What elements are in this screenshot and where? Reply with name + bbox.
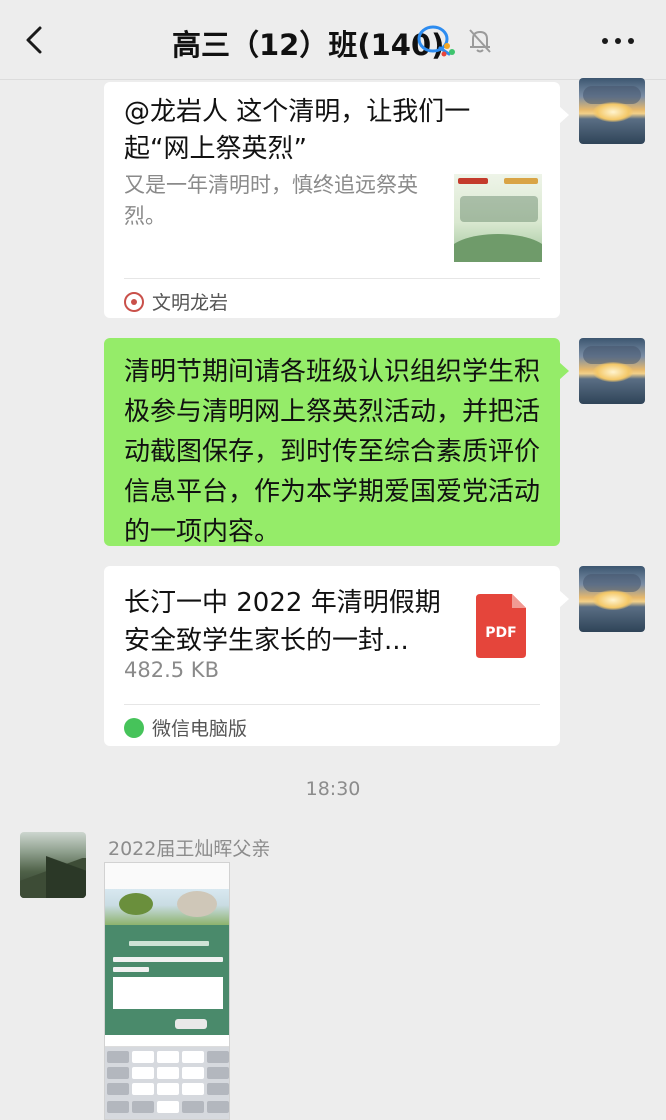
back-icon[interactable] — [16, 20, 56, 60]
chat-title: 高三（12）班(140) — [172, 28, 445, 62]
notice-text: 清明节期间请各班级认识组织学生积极参与清明网上祭英烈活动，并把活动截图保存，到时… — [124, 357, 541, 547]
link-card-source-label: 文明龙岩 — [152, 292, 229, 314]
link-card-bubble[interactable]: @龙岩人 这个清明，让我们一起“网上祭英烈” 又是一年清明时，慎终追远祭英烈。 … — [104, 82, 569, 318]
screenshot-form — [105, 925, 229, 1035]
notice-bubble[interactable]: 清明节期间请各班级认识组织学生积极参与清明网上祭英烈活动，并把活动截图保存，到时… — [104, 338, 569, 547]
file-card-size: 482.5 KB — [124, 658, 219, 682]
card-divider — [124, 704, 540, 705]
sender-avatar[interactable] — [20, 832, 86, 898]
sender-name: 2022届王灿晖父亲 — [108, 838, 271, 860]
enterprise-chat-icon — [417, 25, 455, 57]
file-card-source: 微信电脑版 — [124, 714, 247, 741]
file-card-title: 长汀一中 2022 年清明假期安全致学生家长的一封... — [124, 588, 441, 656]
my-avatar[interactable] — [579, 566, 645, 632]
chat-header: 高三（12）班(140) — [0, 0, 666, 80]
more-icon[interactable] — [598, 24, 638, 58]
link-card-source: 文明龙岩 — [124, 288, 228, 315]
screenshot-image[interactable] — [104, 862, 230, 1120]
card-divider — [124, 278, 540, 279]
screenshot-banner — [105, 889, 229, 925]
screenshot-keyboard — [105, 1047, 229, 1119]
screenshot-header — [105, 863, 229, 889]
wenming-logo-icon — [124, 291, 144, 312]
pdf-label: PDF — [485, 625, 516, 641]
my-avatar[interactable] — [579, 338, 645, 404]
link-card-title: @龙岩人 这个清明，让我们一起“网上祭英烈” — [124, 97, 471, 164]
message-timestamp: 18:30 — [305, 778, 361, 800]
my-avatar[interactable] — [579, 78, 645, 144]
file-card-bubble[interactable]: 长汀一中 2022 年清明假期安全致学生家长的一封... 482.5 KB PD… — [104, 566, 569, 746]
screenshot-input-row — [105, 1035, 229, 1047]
link-card-thumbnail — [454, 174, 542, 262]
file-card-source-label: 微信电脑版 — [152, 718, 248, 740]
wechat-pc-icon — [124, 717, 144, 738]
pdf-file-icon: PDF — [476, 594, 526, 658]
link-card-description: 又是一年清明时，慎终追远祭英烈。 — [124, 173, 418, 228]
bell-muted-icon — [469, 29, 491, 53]
